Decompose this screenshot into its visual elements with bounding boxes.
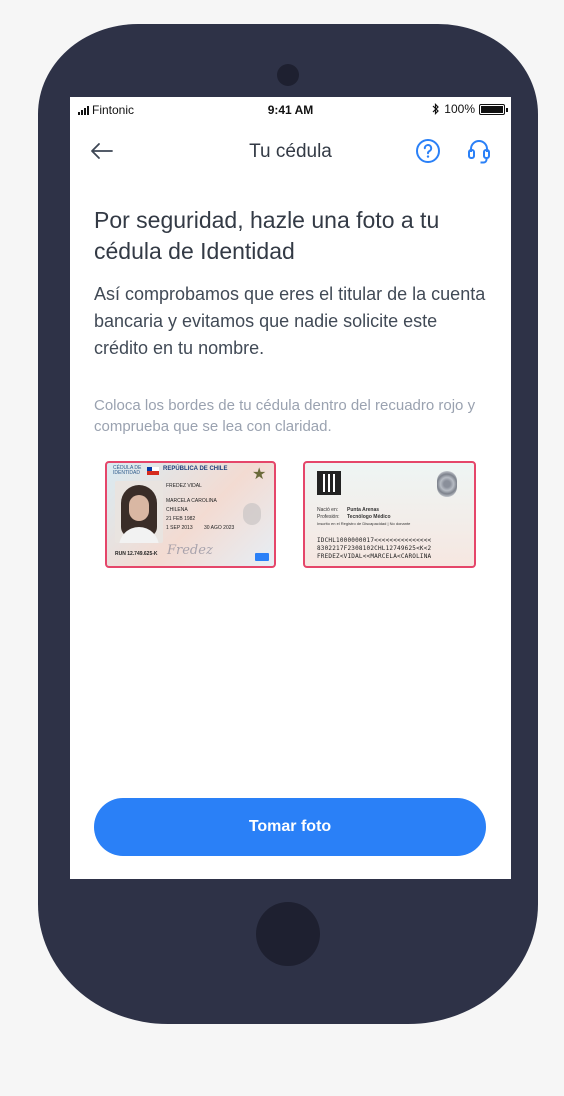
id-back-mrz-line-1: IDCHL1000000017<<<<<<<<<<<<<<<: [317, 537, 432, 544]
question-circle-icon[interactable]: [415, 138, 441, 164]
signature-image: Fredez: [167, 543, 213, 558]
id-front-country: REPÚBLICA DE CHILE: [163, 466, 228, 472]
fingerprint-icon: [437, 471, 457, 497]
battery-fill: [481, 105, 503, 113]
id-back-profession: Tecnólogo Médico: [347, 514, 391, 520]
battery-icon: [479, 103, 508, 115]
id-back-mrz-line-3: FREDEZ<VIDAL<<MARCELA<CAROLINA: [317, 553, 432, 560]
nav-bar: Tu cédula: [70, 129, 511, 175]
front-camera: [277, 64, 299, 86]
id-front-run: RUN 12.749.625-K: [115, 551, 158, 557]
id-back-mrz-line-2: 8302217F2308102CHL12749625<K<2: [317, 545, 432, 552]
id-card-front-image: CÉDULA DE IDENTIDAD REPÚBLICA DE CHILE ★…: [105, 461, 276, 568]
main-heading: Por seguridad, hazle una foto a tu cédul…: [94, 207, 440, 264]
id-photo: [115, 481, 163, 543]
chile-flag-icon: [147, 467, 159, 475]
id-front-expiry-date: 30 AGO 2023: [204, 525, 235, 531]
status-bar: Fintonic 9:41 AM 100%: [70, 97, 511, 121]
take-photo-button[interactable]: Tomar foto: [94, 798, 486, 856]
id-back-registry: Inscrito en el Registro de Discapacidad …: [317, 521, 411, 526]
instruction-text: Coloca los bordes de tu cédula dentro de…: [94, 397, 476, 435]
home-button[interactable]: [256, 902, 320, 966]
id-card-back-image: Nació en: Punta Arenas Profesión: Tecnól…: [303, 461, 476, 568]
status-right: 100%: [432, 102, 508, 116]
chip-icon: [255, 553, 269, 561]
battery-percent: 100%: [444, 102, 475, 116]
id-ghost-photo: [243, 503, 261, 525]
page-title: Tu cédula: [249, 141, 332, 162]
id-back-born-label: Nació en:: [317, 507, 339, 513]
star-emblem-icon: ★: [252, 466, 267, 483]
id-front-surnames: FREDEZ VIDAL: [166, 483, 202, 489]
app-screen: Fintonic 9:41 AM 100% Tu cédula Por segu…: [70, 97, 511, 879]
id-front-issue-date: 1 SEP 2013: [166, 525, 193, 531]
id-front-names: MARCELA CAROLINA: [166, 498, 217, 504]
headset-icon[interactable]: [465, 137, 493, 165]
id-front-nationality: CHILENA: [166, 507, 188, 513]
id-back-profession-label: Profesión:: [317, 514, 340, 520]
bluetooth-icon: [432, 103, 440, 115]
id-front-header: CÉDULA DE IDENTIDAD: [113, 465, 142, 476]
id-front-birth-date: 21 FEB 1982: [166, 516, 196, 522]
qr-code-icon: [317, 471, 341, 495]
id-back-born-in: Punta Arenas: [347, 507, 380, 513]
description-text: Así comprobamos que eres el titular de l…: [94, 284, 486, 358]
